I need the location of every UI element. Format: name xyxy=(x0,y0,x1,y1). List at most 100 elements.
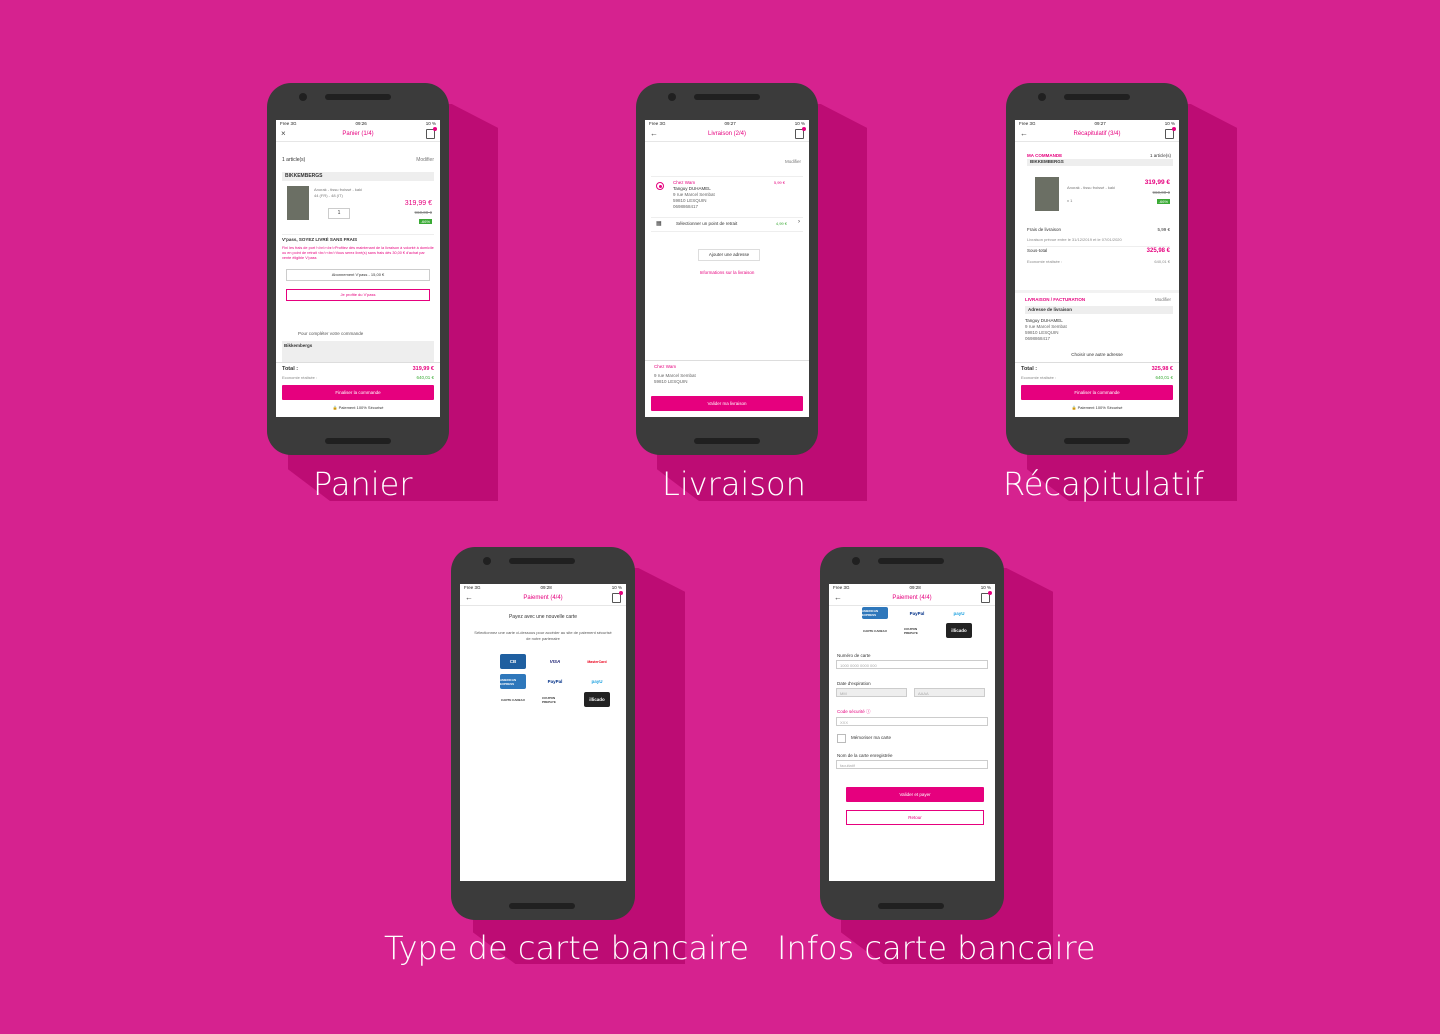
checkout-button[interactable]: Finaliser la commande xyxy=(1021,385,1173,400)
info-icon[interactable]: ⓘ xyxy=(866,709,871,714)
address-phone: 0698868417 xyxy=(1025,336,1051,341)
discount-badge: -66% xyxy=(1156,199,1170,204)
clock: 09:28 xyxy=(540,585,552,590)
expiry-year-select[interactable]: AAAA xyxy=(914,688,985,697)
phone-livraison: Free 3G 09:27 10 % ← Livraison (2/4) Mod… xyxy=(636,83,818,455)
vpass-title: V'pass, SOYEZ LIVRÉ SANS FRAIS xyxy=(282,234,434,242)
article-count: 1 article(s) xyxy=(1149,153,1171,158)
speaker xyxy=(1064,94,1130,100)
modify-link[interactable]: Modifier xyxy=(416,157,434,163)
cart-icon[interactable] xyxy=(612,591,623,603)
screen-recapitulatif: Free 3G 09:27 10 % ← Récapitulatif (3/4)… xyxy=(1015,120,1179,417)
order-label: MA COMMANDE xyxy=(1027,153,1063,158)
card-amex[interactable]: AMERICAN EXPRESS xyxy=(862,607,888,619)
status-bar: Free 3G 09:27 10 % xyxy=(1015,120,1179,127)
vpass-select[interactable]: Abonnement V'pass - 15,00 € xyxy=(286,269,430,281)
store-icon: ▦ xyxy=(656,221,662,227)
address-title: Adresse de livraison xyxy=(1025,306,1173,314)
card-payu[interactable]: payU xyxy=(584,674,610,689)
back-arrow-icon[interactable]: ← xyxy=(650,129,658,138)
card-paypal[interactable]: PayPal xyxy=(904,607,930,619)
back-button[interactable]: Retour xyxy=(846,810,984,825)
card-illicado[interactable]: illicado xyxy=(584,692,610,707)
card-coupon[interactable]: COUPON PREPAYE xyxy=(542,692,568,707)
brand-header: BIKKEMBERGS xyxy=(282,172,434,181)
checkout-button[interactable]: Finaliser la commande xyxy=(282,385,434,400)
battery: 10 % xyxy=(794,121,805,126)
cart-icon[interactable] xyxy=(981,591,992,603)
card-visa[interactable]: VISA xyxy=(542,654,568,669)
back-arrow-icon[interactable]: ← xyxy=(834,593,842,602)
expiry-month-select[interactable]: MM xyxy=(836,688,907,697)
close-icon[interactable]: × xyxy=(281,129,286,138)
modify-link[interactable]: Modifier xyxy=(785,159,801,164)
shipping-value: 5,99 € xyxy=(1157,227,1170,232)
modify-link[interactable]: Modifier xyxy=(1155,297,1171,302)
secure-payment: 🔒 Paiement 100% Sécurisé xyxy=(332,405,384,410)
validate-delivery-button[interactable]: Valider ma livraison xyxy=(651,396,803,411)
battery: 10 % xyxy=(1164,121,1175,126)
label-livraison: Livraison xyxy=(662,465,806,503)
cvv-label-text: Code sécurité xyxy=(837,709,865,714)
checkout-footer: Total : 319,99 € Economie réalisée : 640… xyxy=(276,362,440,417)
screen-infos-carte: Free 3G 09:28 10 % ← Paiement (4/4) AMER… xyxy=(829,584,995,881)
card-paypal[interactable]: PayPal xyxy=(542,674,568,689)
product-image xyxy=(1035,177,1059,211)
total-label: Total : xyxy=(282,366,299,372)
header: ← Livraison (2/4) xyxy=(645,127,809,142)
header: ← Paiement (4/4) xyxy=(460,591,626,606)
phone-recapitulatif: Free 3G 09:27 10 % ← Récapitulatif (3/4)… xyxy=(1006,83,1188,455)
label-infos-carte: Infos carte bancaire xyxy=(777,929,1096,967)
cvv-input[interactable]: XXX xyxy=(836,717,988,726)
screen-type-carte: Free 3G 09:28 10 % ← Paiement (4/4) Paye… xyxy=(460,584,626,881)
savings-value: 640,01 € xyxy=(1155,375,1173,380)
option-label: Sélectionner un point de retrait xyxy=(676,221,738,226)
header: ← Récapitulatif (3/4) xyxy=(1015,127,1179,142)
back-arrow-icon[interactable]: ← xyxy=(465,593,473,602)
article-count: 1 article(s) xyxy=(282,157,306,163)
status-bar: Free 3G 09:28 10 % xyxy=(460,584,626,591)
remember-checkbox[interactable] xyxy=(837,734,846,743)
battery: 10 % xyxy=(980,585,991,590)
card-mastercard[interactable]: MasterCard xyxy=(584,654,610,669)
chevron-right-icon: › xyxy=(798,219,800,225)
battery: 10 % xyxy=(425,121,436,126)
delivery-option-home[interactable]: Chez Wam Tanguy DUHAMEL 9 rue Marcel Sem… xyxy=(651,176,803,218)
radio-selected-icon[interactable] xyxy=(656,182,664,190)
pay-button[interactable]: Valider et payer xyxy=(846,787,984,802)
card-number-input[interactable]: 1000 0000 0000 000 xyxy=(836,660,988,669)
delivery-option-relay[interactable]: ▦ Sélectionner un point de retrait 4,99 … xyxy=(651,217,803,232)
cart-icon[interactable] xyxy=(795,127,806,139)
card-illicado[interactable]: illicado xyxy=(946,623,972,638)
label-panier: Panier xyxy=(313,465,413,503)
speaker xyxy=(878,903,944,909)
card-name-input[interactable]: facultatif xyxy=(836,760,988,769)
back-arrow-icon[interactable]: ← xyxy=(1020,129,1028,138)
vpass-button[interactable]: Je profite du V'pass xyxy=(286,289,430,301)
payment-instructions: Sélectionnez une carte ci-dessous pour a… xyxy=(474,630,612,641)
card-payu[interactable]: payU xyxy=(946,607,972,619)
header: ← Paiement (4/4) xyxy=(829,591,995,606)
card-coupon[interactable]: COUPON PREPAYE xyxy=(904,623,930,638)
product-qty: x 1 xyxy=(1067,198,1073,203)
secure-payment: 🔒 Paiement 100% Sécurisé xyxy=(1071,405,1123,410)
speaker xyxy=(509,903,575,909)
quantity-stepper[interactable]: 1 xyxy=(328,208,350,219)
card-cb[interactable]: CB xyxy=(500,654,526,669)
delivery-info-link[interactable]: Informations sur la livraison xyxy=(645,270,809,275)
card-amex[interactable]: AMERICAN EXPRESS xyxy=(500,674,526,689)
camera xyxy=(852,557,860,565)
add-address-button[interactable]: Ajouter une adresse xyxy=(698,249,760,261)
choose-other-address[interactable]: Choisir une autre adresse xyxy=(1015,352,1179,357)
product-desc: Anorak - tissu froissé - kaki xyxy=(314,187,363,192)
old-price: 960,00 € xyxy=(1152,190,1170,195)
card-gift[interactable]: CARTE CADEAU xyxy=(500,692,526,707)
status-bar: Free 3G 09:26 10 % xyxy=(276,120,440,127)
speaker xyxy=(1064,438,1130,444)
product-image xyxy=(287,186,309,220)
cart-icon[interactable] xyxy=(426,127,437,139)
cart-icon[interactable] xyxy=(1165,127,1176,139)
speaker xyxy=(694,94,760,100)
card-gift[interactable]: CARTE CADEAU xyxy=(862,623,888,638)
shipping-row: Frais de livraison 5,99 € xyxy=(1027,227,1170,232)
